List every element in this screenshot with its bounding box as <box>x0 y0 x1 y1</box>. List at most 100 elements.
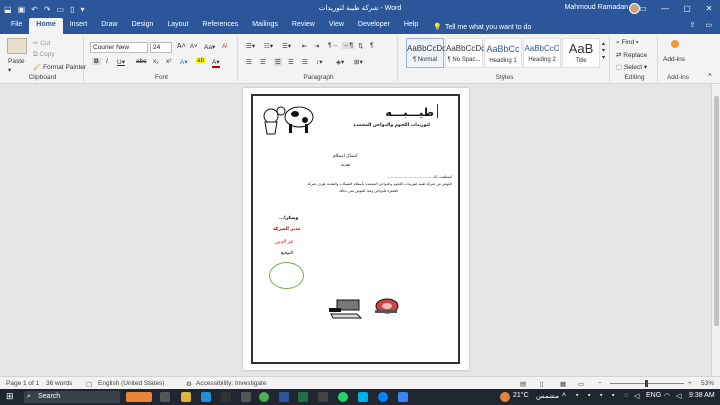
app-icon[interactable] <box>221 392 231 402</box>
wifi-icon[interactable]: ◠ <box>664 392 670 400</box>
tab-layout[interactable]: Layout <box>160 18 195 34</box>
zoom-out-icon[interactable]: − <box>598 380 602 387</box>
paste-button[interactable]: Paste <box>8 58 25 65</box>
user-name[interactable]: Mahmoud Ramadan <box>565 4 628 11</box>
font-size-select[interactable]: 24 <box>150 42 172 53</box>
addins-icon[interactable] <box>671 40 679 48</box>
tab-file[interactable]: File <box>4 18 29 34</box>
volume-icon[interactable]: ◁ <box>634 392 639 400</box>
styles-scroll-icon[interactable]: ▴ ▾ ▾ <box>602 40 605 61</box>
ltr-icon[interactable]: ¶→ <box>328 42 338 49</box>
addins-button[interactable]: Add-ins <box>663 56 685 63</box>
line-spacing-icon[interactable]: ↕▾ <box>316 58 323 66</box>
share-icon[interactable]: ⇪ <box>690 22 696 29</box>
app3-icon[interactable] <box>398 392 408 402</box>
speaker-icon[interactable]: ◁ <box>676 392 681 400</box>
word-icon[interactable] <box>279 392 289 402</box>
scrollbar-thumb[interactable] <box>714 96 719 326</box>
change-case-icon[interactable]: Aa▾ <box>204 43 215 51</box>
accessibility-status[interactable]: Accessibility: Investigate <box>196 380 266 387</box>
edge-icon[interactable] <box>201 392 211 402</box>
paste-icon[interactable] <box>7 38 27 54</box>
style-heading-1[interactable]: AaBbCc Heading 1 <box>484 38 522 68</box>
windows-start-icon[interactable]: ⊞ <box>6 391 14 402</box>
tab-design[interactable]: Design <box>125 18 161 34</box>
comments-icon[interactable]: ▭ <box>705 22 712 29</box>
print-layout-icon[interactable]: ▦ <box>560 380 566 388</box>
find-button[interactable]: ⌕ Find ▾ <box>616 39 639 47</box>
cut-button[interactable]: ✂ Cut <box>33 39 50 47</box>
show-marks-icon[interactable]: ¶ <box>370 42 374 49</box>
subscript-icon[interactable]: x₂ <box>153 58 159 65</box>
app2-icon[interactable] <box>318 392 328 402</box>
taskbar-search[interactable]: ⌕ Search <box>24 391 120 403</box>
focus-mode-icon[interactable]: ▤ <box>520 380 526 388</box>
maximize-icon[interactable]: ▢ <box>676 0 698 18</box>
tab-home[interactable]: Home <box>29 18 63 34</box>
tell-me-search[interactable]: Tell me what you want to do <box>445 24 531 34</box>
justify-icon[interactable]: ☰ <box>288 58 294 66</box>
increase-indent-icon[interactable]: ⇥ <box>314 42 319 50</box>
text-effects-icon[interactable]: A▾ <box>180 58 188 66</box>
ribbon-display-icon[interactable]: ▭ <box>632 0 654 18</box>
weather-desc[interactable]: مشمس <box>536 392 559 400</box>
tab-draw[interactable]: Draw <box>94 18 124 34</box>
distribute-icon[interactable]: ☰ <box>302 58 308 66</box>
tab-help[interactable]: Help <box>397 18 425 34</box>
vertical-scrollbar[interactable] <box>711 84 720 376</box>
tray-app3-icon[interactable]: ▪ <box>600 392 602 399</box>
collapse-ribbon-icon[interactable]: ˄ <box>708 72 712 79</box>
bullets-icon[interactable]: ☰▾ <box>246 42 255 50</box>
web-layout-icon[interactable]: ▭ <box>578 380 584 388</box>
word-count[interactable]: 36 words <box>46 380 72 387</box>
tab-mailings[interactable]: Mailings <box>245 18 285 34</box>
multilevel-list-icon[interactable]: ☰▾ <box>282 42 291 50</box>
tab-review[interactable]: Review <box>285 18 322 34</box>
tab-view[interactable]: View <box>322 18 351 34</box>
numbering-icon[interactable]: ☷▾ <box>264 42 273 50</box>
skype-icon[interactable] <box>358 392 368 402</box>
file-explorer-icon[interactable] <box>181 392 191 402</box>
format-painter-button[interactable]: 🖌 Format Painter <box>33 63 86 71</box>
tray-app4-icon[interactable]: ▪ <box>612 392 614 399</box>
read-mode-icon[interactable]: ▯ <box>540 380 544 388</box>
paste-dropdown-icon[interactable]: ▾ <box>8 66 11 74</box>
borders-icon[interactable]: ⊞▾ <box>354 58 363 66</box>
align-right-icon[interactable]: ☰ <box>274 58 282 66</box>
align-center-icon[interactable]: ☰ <box>260 58 266 66</box>
decrease-indent-icon[interactable]: ⇤ <box>302 42 307 50</box>
chrome-icon[interactable] <box>259 392 269 402</box>
copy-button[interactable]: ⧉ Copy <box>33 51 55 59</box>
strikethrough-icon[interactable]: abc <box>136 58 146 65</box>
input-language[interactable]: ENG <box>646 392 661 399</box>
clock[interactable]: 9:38 AM <box>689 392 715 399</box>
weather-icon[interactable] <box>500 392 510 402</box>
italic-icon[interactable]: I <box>106 58 108 65</box>
superscript-icon[interactable]: x² <box>166 58 171 65</box>
bold-icon[interactable]: B <box>92 58 101 65</box>
tab-insert[interactable]: Insert <box>63 18 95 34</box>
task-view-icon[interactable] <box>160 392 170 402</box>
font-family-select[interactable]: Courier New <box>90 42 148 53</box>
rtl-icon[interactable]: ←¶ <box>342 42 354 49</box>
excel-icon[interactable] <box>298 392 308 402</box>
document-canvas[interactable]: طيـــبـــه لتوريدات اللحوم والدواجن المج… <box>0 84 711 376</box>
language[interactable]: English (United States) <box>98 380 164 387</box>
grow-font-icon[interactable]: A˄ <box>177 43 186 50</box>
document-page[interactable]: طيـــبـــه لتوريدات اللحوم والدواجن المج… <box>243 88 469 370</box>
style-title[interactable]: AaB Title <box>562 38 600 68</box>
clear-formatting-icon[interactable]: A̸ <box>222 43 226 50</box>
proofing-icon[interactable]: ▢ <box>86 380 92 388</box>
tab-references[interactable]: References <box>195 18 245 34</box>
network-icon[interactable]: ◌ <box>624 392 628 399</box>
store-icon[interactable] <box>241 392 251 402</box>
zoom-level[interactable]: 53% <box>701 380 714 387</box>
widgets-pumpkin-icon[interactable] <box>126 392 152 402</box>
messenger-icon[interactable] <box>378 392 388 402</box>
style-heading-2[interactable]: AaBbCcC Heading 2 <box>523 38 561 68</box>
page-count[interactable]: Page 1 of 1 <box>6 380 39 387</box>
style-normal[interactable]: AaBbCcDc ¶ Normal <box>406 38 446 68</box>
minimize-icon[interactable]: — <box>654 0 676 18</box>
tray-app-icon[interactable]: ▪ <box>576 392 578 399</box>
align-left-icon[interactable]: ☰ <box>246 58 252 66</box>
